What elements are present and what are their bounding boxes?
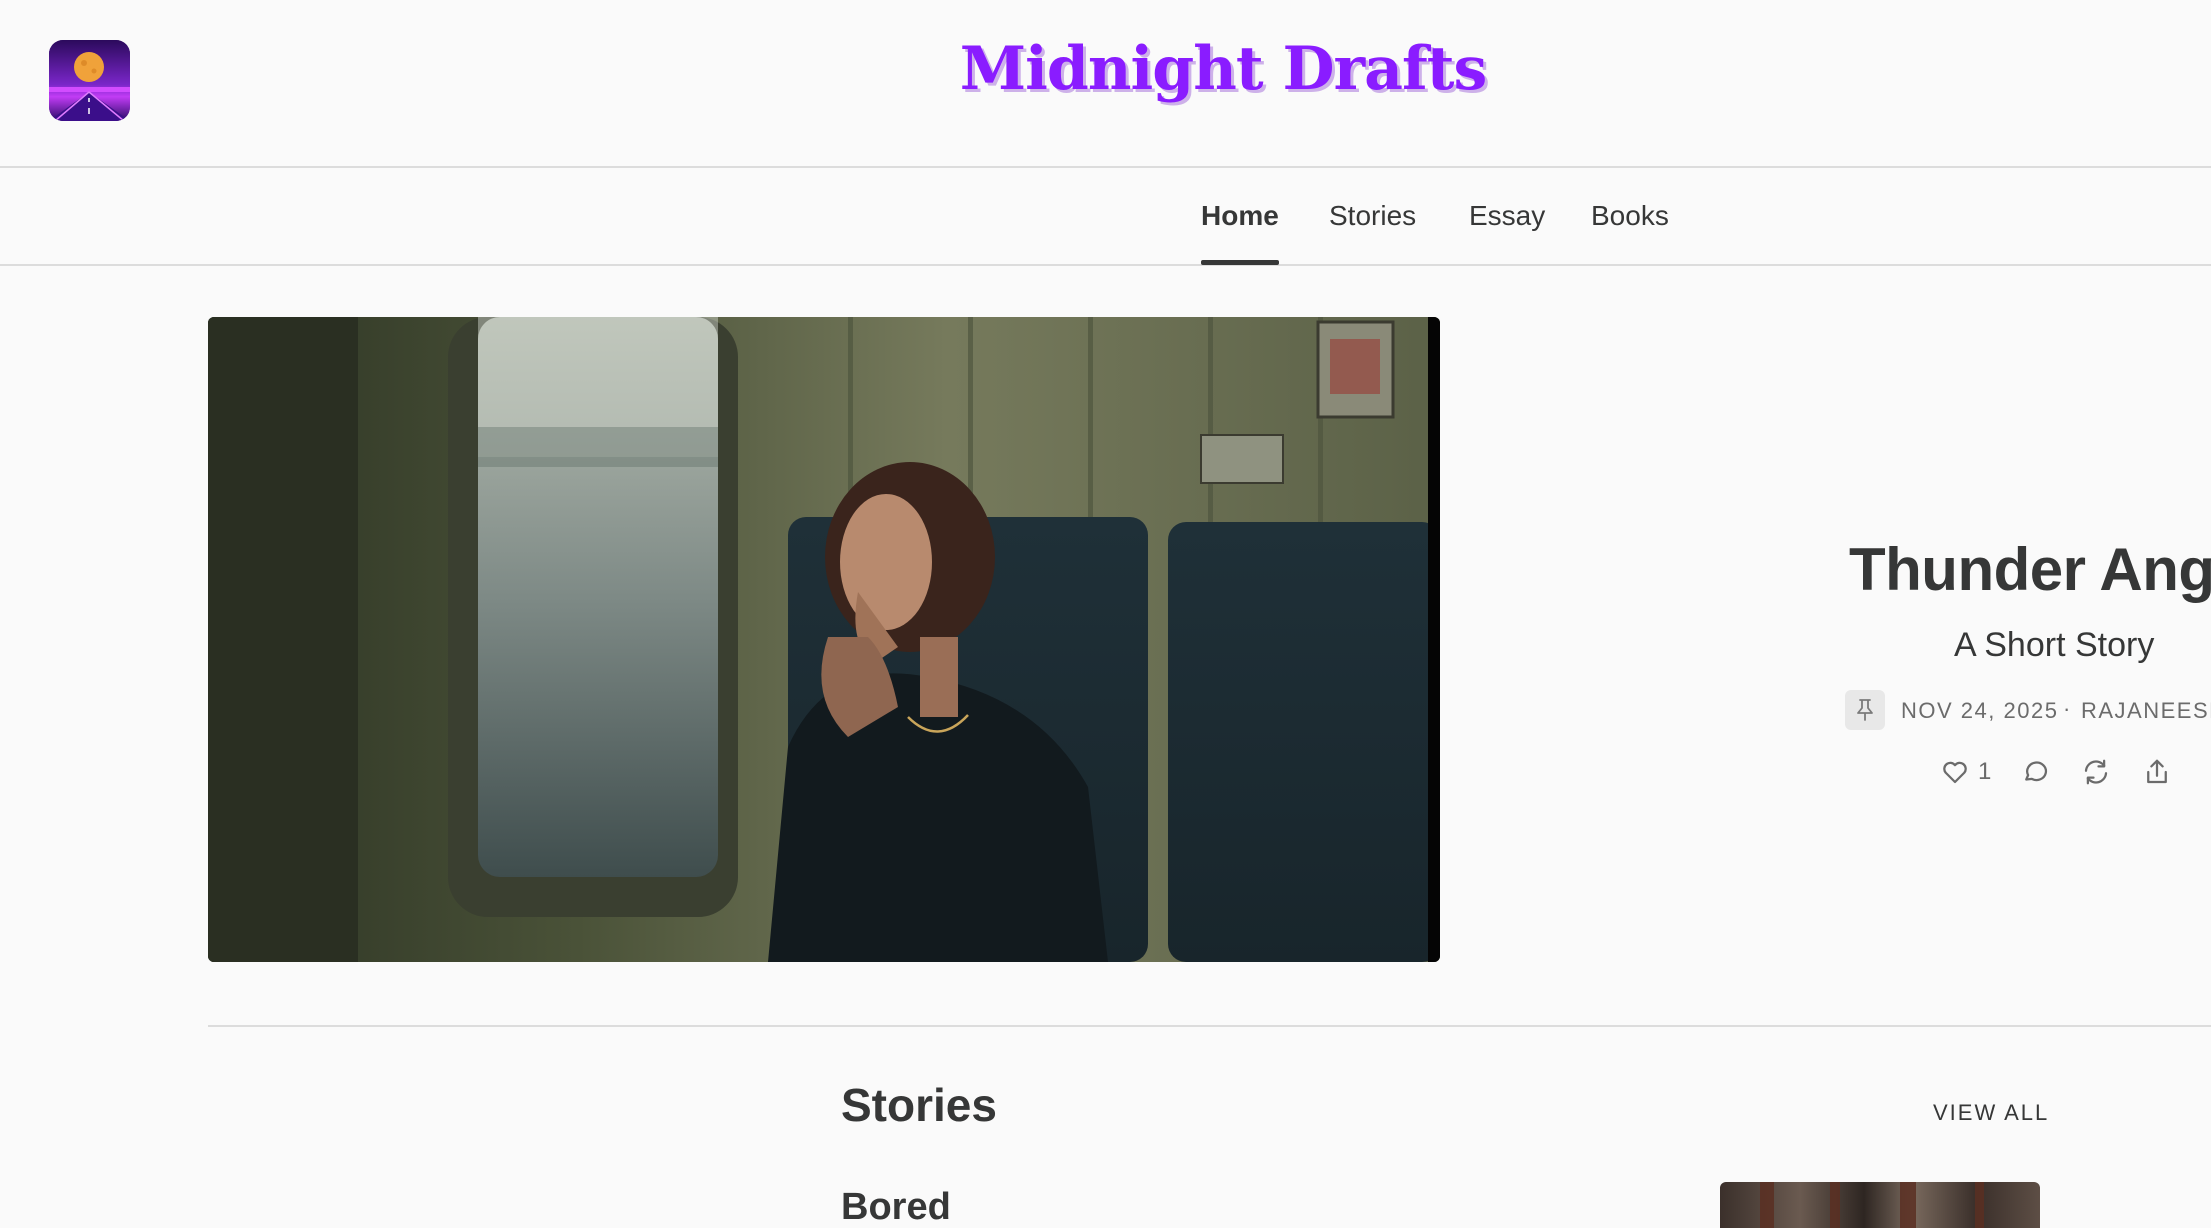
main-nav: Home Stories Essay Books xyxy=(0,168,2211,266)
like-button[interactable]: 1 xyxy=(1940,755,2000,789)
tab-home[interactable]: Home xyxy=(1201,200,1279,265)
site-header: Midnight Drafts xyxy=(0,0,2211,168)
page: Midnight Drafts Home Stories Essay Books xyxy=(0,0,2211,1228)
featured-post-subtitle: A Short Story xyxy=(1954,626,2155,664)
restack-icon xyxy=(2084,759,2108,785)
share-icon xyxy=(2147,759,2167,784)
restack-button[interactable] xyxy=(2081,755,2115,789)
view-all-link[interactable]: VIEW ALL xyxy=(1933,1100,2049,1126)
tab-stories[interactable]: Stories xyxy=(1329,200,1416,264)
forest-thumbnail[interactable] xyxy=(1720,1182,2040,1228)
tab-essay[interactable]: Essay xyxy=(1469,200,1545,264)
post-author[interactable]: RAJANEESH xyxy=(2081,698,2211,724)
section-divider xyxy=(208,1025,2211,1027)
share-button[interactable] xyxy=(2142,755,2176,789)
pin-icon xyxy=(1845,690,1885,730)
featured-post-title[interactable]: Thunder Ang xyxy=(1849,535,2211,604)
meta-separator: · xyxy=(2063,696,2071,721)
site-title[interactable]: Midnight Drafts xyxy=(0,34,2211,104)
comment-button[interactable] xyxy=(2020,755,2054,789)
like-count: 1 xyxy=(1978,758,1992,785)
post-title[interactable]: Bored xyxy=(841,1186,951,1228)
section-title-stories: Stories xyxy=(841,1079,997,1131)
featured-post-image[interactable] xyxy=(208,317,1440,962)
post-date: NOV 24, 2025 xyxy=(1901,698,2059,723)
heart-icon xyxy=(1943,761,1967,784)
tab-books[interactable]: Books xyxy=(1591,200,1669,264)
comment-icon xyxy=(2025,761,2048,782)
